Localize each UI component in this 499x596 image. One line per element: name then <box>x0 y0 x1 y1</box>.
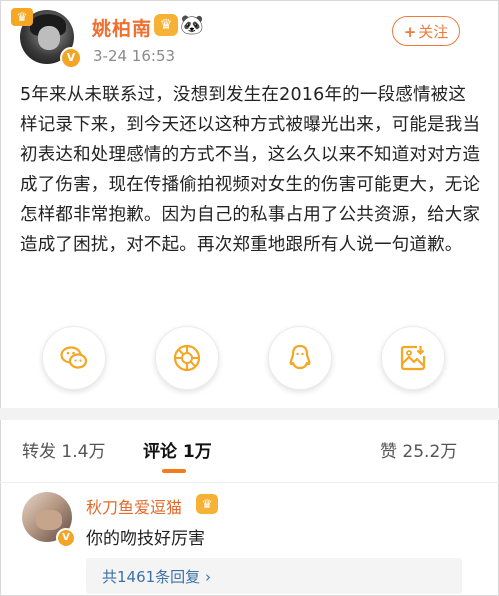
reply-summary-box[interactable]: 共1461条回复 › <box>86 558 462 594</box>
reply-summary-link[interactable]: 共1461条回复 › <box>102 566 211 587</box>
comment-count: 1万 <box>182 442 212 462</box>
repost-label: 转发 <box>22 442 56 462</box>
comment-label: 评论 <box>143 442 177 462</box>
tab-repost[interactable]: 转发 1.4万 <box>22 437 105 462</box>
crown-badge-icon: ♛ <box>11 8 33 26</box>
comment-text: 你的吻技好厉害 <box>86 529 205 549</box>
tab-like[interactable]: 赞 25.2万 <box>380 437 457 462</box>
chevron-right-icon: › <box>204 568 211 586</box>
post-content: 5年来从未联系过，没想到发生在2016年的一段感情被这样记录下来，到今天还以这种… <box>20 85 481 255</box>
commenter-verified-icon: V <box>56 528 76 548</box>
share-qq-button[interactable] <box>268 326 332 390</box>
verified-icon: V <box>60 47 82 69</box>
save-image-button[interactable] <box>381 326 445 390</box>
share-row <box>0 318 499 398</box>
like-count: 25.2万 <box>402 442 458 462</box>
follow-button[interactable]: + 关注 <box>392 16 460 46</box>
follow-label: 关注 <box>418 23 449 41</box>
wechat-icon <box>60 346 88 369</box>
tab-comment[interactable]: 评论 1万 <box>143 437 212 462</box>
share-moments-button[interactable] <box>155 326 219 390</box>
qq-icon <box>289 344 311 370</box>
panda-icon: 🐼 <box>180 14 204 36</box>
author-name[interactable]: 姚柏南 <box>92 14 152 41</box>
reply-summary-text: 共1461条回复 <box>102 568 201 586</box>
section-divider <box>0 408 499 420</box>
active-tab-indicator <box>162 469 186 473</box>
plus-icon: + <box>403 23 417 41</box>
share-wechat-button[interactable] <box>42 326 106 390</box>
save-image-icon <box>400 345 426 371</box>
like-label: 赞 <box>380 442 397 462</box>
commenter-name[interactable]: 秋刀鱼爱逗猫 <box>86 494 182 518</box>
tab-separator <box>0 482 499 483</box>
post-timestamp: 3-24 16:53 <box>93 47 176 65</box>
vip-crown-icon: ♛ <box>154 14 178 36</box>
moments-icon <box>173 344 201 372</box>
commenter-vip-icon: ♛ <box>196 494 218 514</box>
repost-count: 1.4万 <box>61 442 106 462</box>
